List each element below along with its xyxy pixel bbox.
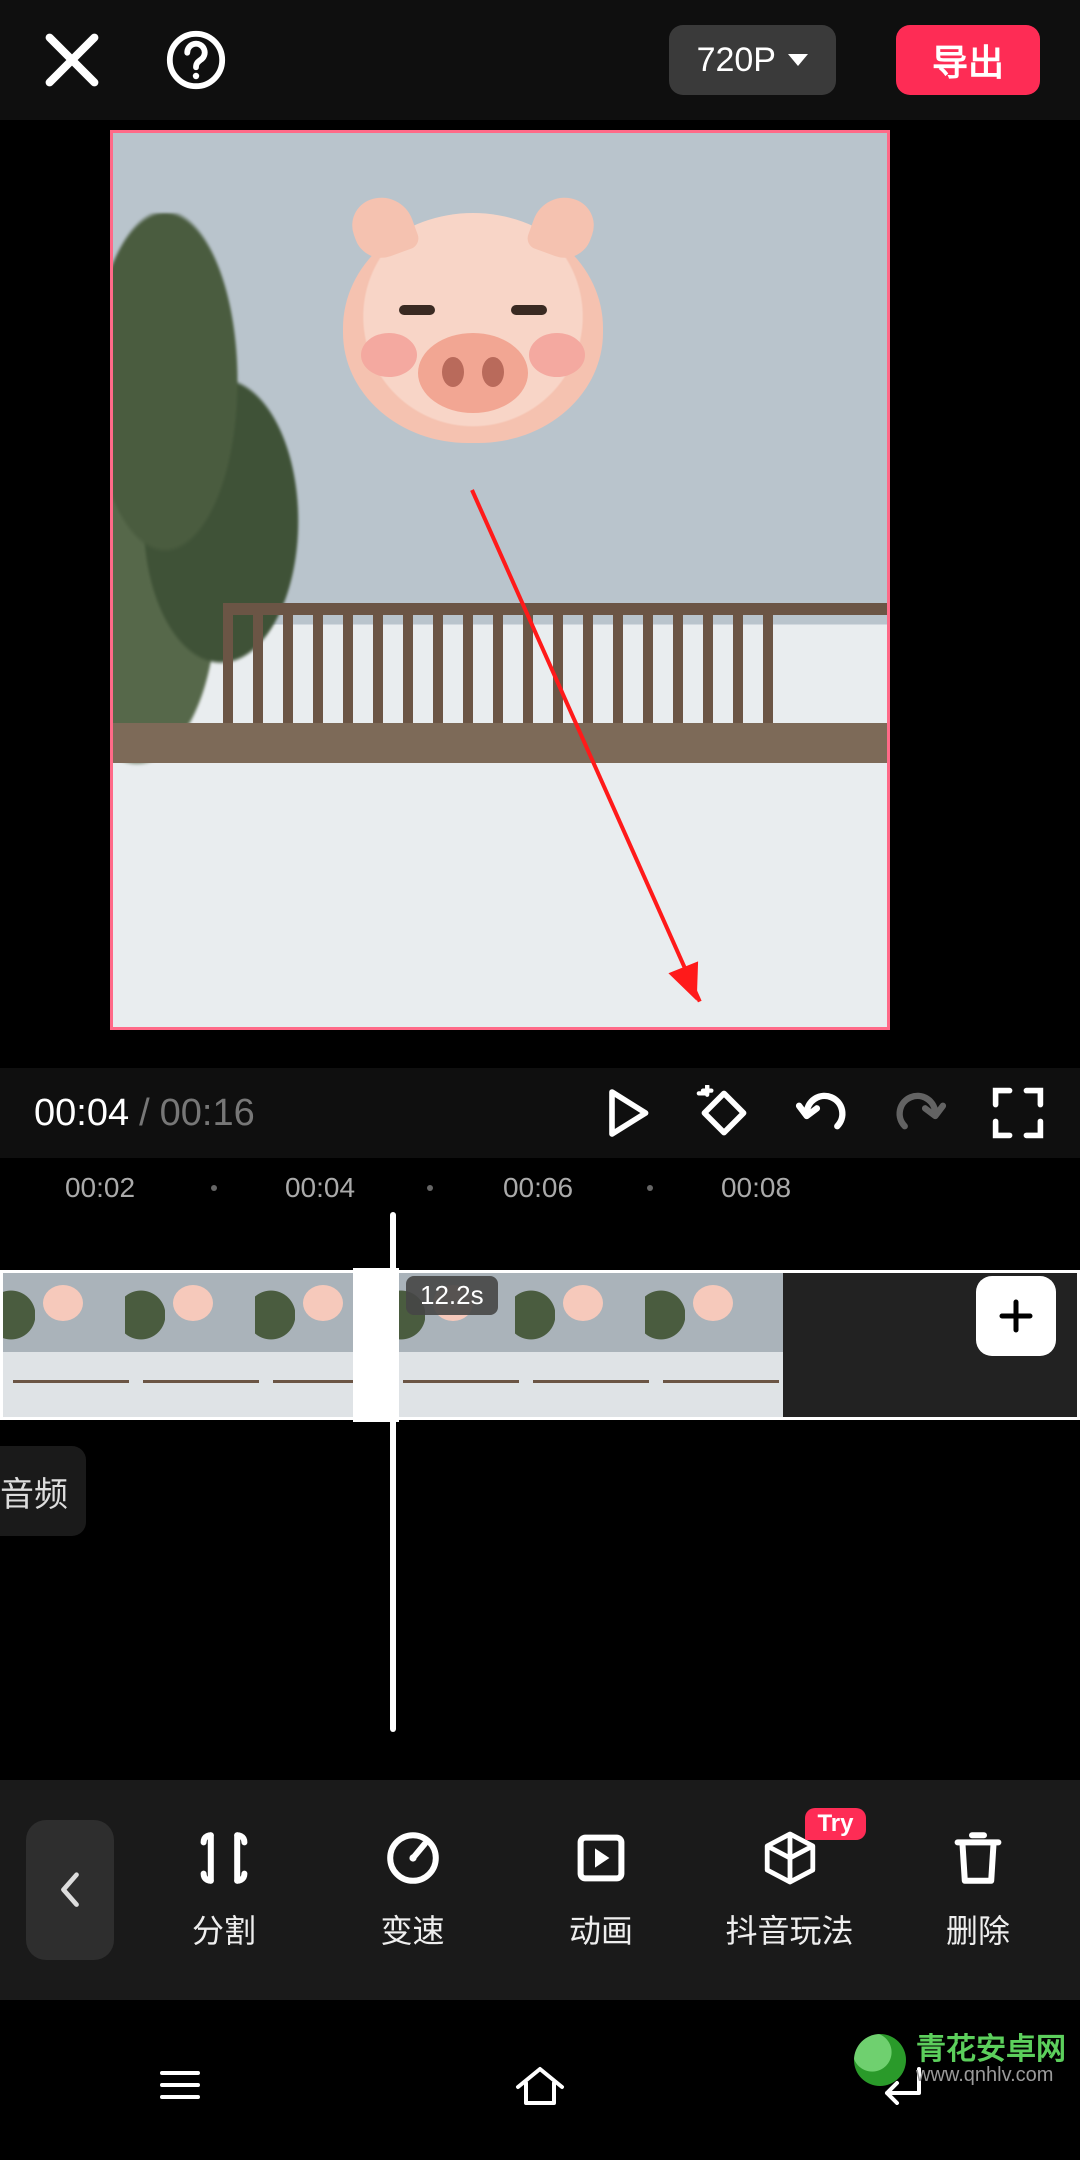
try-badge: Try — [805, 1808, 865, 1840]
close-icon — [40, 28, 104, 92]
pig-sticker[interactable] — [343, 213, 603, 443]
chevron-left-icon — [56, 1871, 84, 1908]
tool-label: 删除 — [946, 1906, 1010, 1952]
clip-thumbnail[interactable] — [653, 1273, 783, 1417]
clip-thumbnail[interactable] — [133, 1273, 263, 1417]
clip-duration-badge: 12.2s — [406, 1276, 498, 1315]
add-clip-button[interactable] — [976, 1276, 1056, 1356]
current-time: 00:04 — [34, 1092, 129, 1135]
clip-thumbnail[interactable] — [3, 1273, 133, 1417]
ruler-tick: 00:06 — [478, 1172, 598, 1204]
time-separator: / — [139, 1092, 150, 1135]
speed-icon — [383, 1828, 443, 1888]
plus-icon — [996, 1296, 1036, 1336]
help-button[interactable] — [164, 28, 228, 92]
watermark-title: 青花安卓网 — [916, 2034, 1066, 2066]
audio-track-text: 音频 — [0, 1467, 68, 1516]
ruler-tick: 00:08 — [696, 1172, 816, 1204]
ruler-dot — [647, 1185, 653, 1191]
tool-douyin-effects[interactable]: Try 抖音玩法 — [716, 1828, 864, 1952]
trash-icon — [948, 1828, 1008, 1888]
undo-button[interactable] — [794, 1085, 850, 1141]
edit-toolbar: 分割 变速 动画 Try 抖音玩法 删除 — [0, 1780, 1080, 2000]
clip-thumbnail[interactable] — [523, 1273, 653, 1417]
fullscreen-button[interactable] — [990, 1085, 1046, 1141]
playback-bar: 00:04 / 00:16 — [0, 1068, 1080, 1158]
keyframe-add-icon — [696, 1085, 752, 1141]
watermark-url: www.qnhlv.com — [916, 2065, 1066, 2086]
preview-fence — [223, 603, 887, 723]
export-button[interactable]: 导出 — [896, 25, 1040, 95]
timeline-ruler[interactable]: 00:02 00:04 00:06 00:08 — [0, 1158, 1080, 1218]
ruler-dot — [211, 1185, 217, 1191]
tool-split[interactable]: 分割 — [150, 1828, 298, 1952]
export-label: 导出 — [932, 34, 1004, 86]
tool-label: 分割 — [192, 1906, 256, 1952]
timeline[interactable]: 00:02 00:04 00:06 00:08 12.2s 音频 — [0, 1158, 1080, 1558]
help-icon — [164, 28, 228, 92]
redo-icon — [892, 1088, 948, 1139]
tool-label: 动画 — [569, 1906, 633, 1952]
ruler-dot — [427, 1185, 433, 1191]
chevron-down-icon — [788, 54, 808, 66]
play-button[interactable] — [598, 1085, 654, 1141]
tool-label: 抖音玩法 — [725, 1906, 853, 1952]
home-icon — [512, 2063, 568, 2107]
close-button[interactable] — [40, 28, 104, 92]
nav-home-button[interactable] — [510, 2055, 570, 2115]
split-icon — [194, 1828, 254, 1888]
video-track[interactable] — [0, 1270, 1080, 1420]
video-preview[interactable] — [110, 130, 890, 1030]
time-display: 00:04 / 00:16 — [34, 1092, 255, 1135]
redo-button[interactable] — [892, 1085, 948, 1141]
tool-delete[interactable]: 删除 — [904, 1828, 1052, 1952]
tool-speed[interactable]: 变速 — [339, 1828, 487, 1952]
fullscreen-icon — [990, 1085, 1046, 1141]
nav-recent-button[interactable] — [150, 2055, 210, 2115]
menu-icon — [156, 2067, 204, 2103]
resolution-selector[interactable]: 720P — [669, 25, 836, 95]
resolution-label: 720P — [697, 41, 776, 80]
tool-animation[interactable]: 动画 — [527, 1828, 675, 1952]
ruler-tick: 00:04 — [260, 1172, 380, 1204]
animation-icon — [571, 1828, 631, 1888]
keyframe-button[interactable] — [696, 1085, 752, 1141]
toolbar-back-button[interactable] — [26, 1820, 114, 1960]
playhead[interactable] — [390, 1212, 396, 1732]
watermark: 青花安卓网 www.qnhlv.com — [854, 2034, 1066, 2087]
play-icon — [598, 1085, 654, 1141]
total-duration: 00:16 — [160, 1092, 255, 1135]
watermark-logo — [854, 2034, 906, 2086]
top-bar: 720P 导出 — [0, 0, 1080, 120]
audio-track-label[interactable]: 音频 — [0, 1446, 86, 1536]
tool-label: 变速 — [380, 1906, 444, 1952]
ruler-tick: 00:02 — [40, 1172, 160, 1204]
undo-icon — [794, 1088, 850, 1139]
